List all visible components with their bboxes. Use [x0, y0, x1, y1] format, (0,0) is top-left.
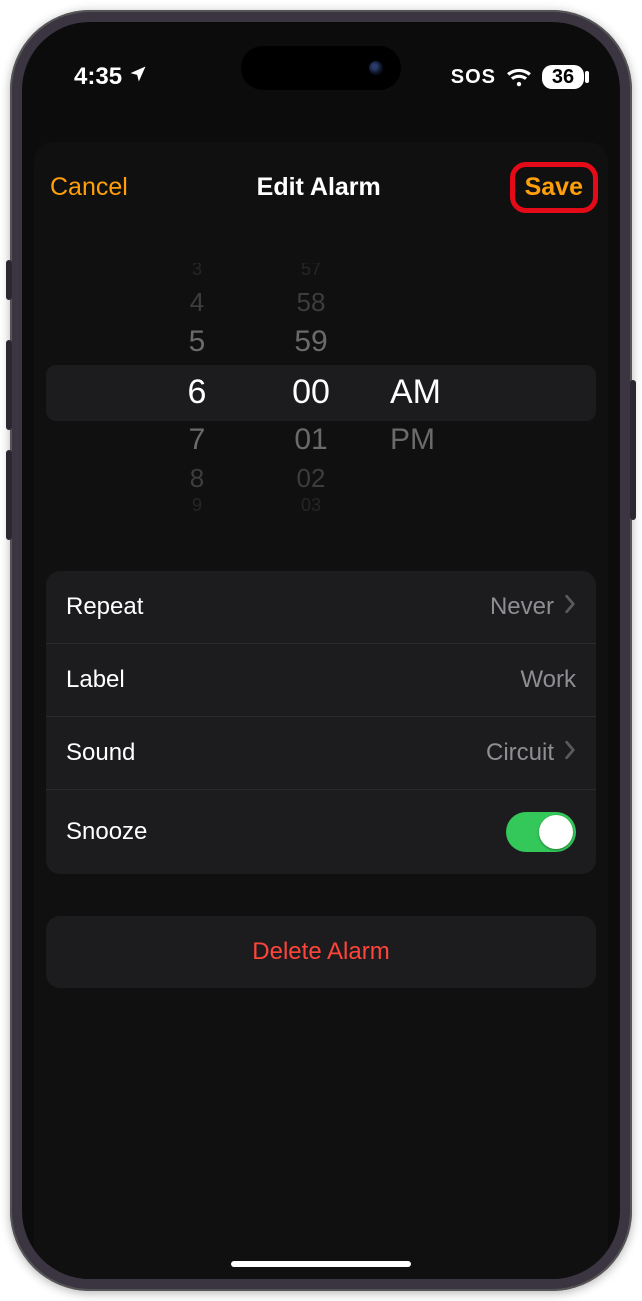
cancel-button[interactable]: Cancel: [50, 173, 128, 202]
ampm-wheel[interactable]: AM PM: [390, 263, 480, 523]
repeat-row[interactable]: Repeat Never: [46, 571, 596, 643]
repeat-label: Repeat: [66, 593, 143, 621]
save-button[interactable]: Save: [525, 173, 583, 201]
hour-option[interactable]: 3: [162, 263, 232, 280]
snooze-toggle[interactable]: [506, 812, 576, 852]
phone-frame: 4:35 SOS 36 Cancel Ed: [10, 10, 632, 1291]
edit-alarm-sheet: Cancel Edit Alarm Save 3 4 5 6 7 8 9: [34, 142, 608, 1279]
sound-value: Circuit: [486, 739, 554, 767]
sound-label: Sound: [66, 739, 135, 767]
label-value: Work: [520, 666, 576, 694]
sos-indicator: SOS: [451, 66, 496, 89]
hour-option[interactable]: 9: [162, 495, 232, 516]
hour-option-selected[interactable]: 6: [162, 373, 232, 412]
home-indicator[interactable]: [231, 1261, 411, 1267]
page-title: Edit Alarm: [257, 173, 381, 202]
front-camera-icon: [369, 61, 383, 75]
label-label: Label: [66, 666, 125, 694]
minute-option[interactable]: 57: [276, 263, 346, 280]
minute-option[interactable]: 02: [276, 463, 346, 494]
power-button[interactable]: [630, 380, 636, 520]
silent-switch[interactable]: [6, 260, 12, 300]
minute-option[interactable]: 58: [276, 287, 346, 318]
status-time: 4:35: [74, 63, 122, 91]
hour-option[interactable]: 5: [162, 325, 232, 359]
battery-indicator: 36: [542, 65, 584, 89]
minute-option[interactable]: 03: [276, 495, 346, 516]
delete-section: Delete Alarm: [46, 916, 596, 988]
chevron-right-icon: [564, 739, 576, 767]
snooze-label: Snooze: [66, 818, 147, 846]
wifi-icon: [506, 67, 532, 87]
save-button-highlight: Save: [510, 162, 598, 213]
toggle-knob: [539, 815, 573, 849]
dynamic-island: [241, 46, 401, 90]
ampm-option[interactable]: PM: [390, 423, 480, 457]
time-picker[interactable]: 3 4 5 6 7 8 9 57 58 59 00 01 02: [46, 263, 596, 523]
minute-option[interactable]: 01: [276, 423, 346, 457]
hour-option[interactable]: 8: [162, 463, 232, 494]
screen: 4:35 SOS 36 Cancel Ed: [22, 22, 620, 1279]
volume-down-button[interactable]: [6, 450, 12, 540]
minute-option-selected[interactable]: 00: [276, 373, 346, 412]
volume-up-button[interactable]: [6, 340, 12, 430]
sound-row[interactable]: Sound Circuit: [46, 716, 596, 789]
chevron-right-icon: [564, 593, 576, 621]
repeat-value: Never: [490, 593, 554, 621]
hour-option[interactable]: 7: [162, 423, 232, 457]
nav-bar: Cancel Edit Alarm Save: [34, 142, 608, 233]
location-arrow-icon: [128, 63, 148, 91]
delete-alarm-button[interactable]: Delete Alarm: [46, 916, 596, 988]
minute-option[interactable]: 59: [276, 325, 346, 359]
hour-option[interactable]: 4: [162, 287, 232, 318]
ampm-option-selected[interactable]: AM: [390, 373, 480, 412]
hour-wheel[interactable]: 3 4 5 6 7 8 9: [162, 263, 232, 523]
snooze-row: Snooze: [46, 789, 596, 874]
label-row[interactable]: Label Work: [46, 643, 596, 716]
alarm-settings-list: Repeat Never Label Work Sound: [46, 571, 596, 874]
minute-wheel[interactable]: 57 58 59 00 01 02 03: [276, 263, 346, 523]
